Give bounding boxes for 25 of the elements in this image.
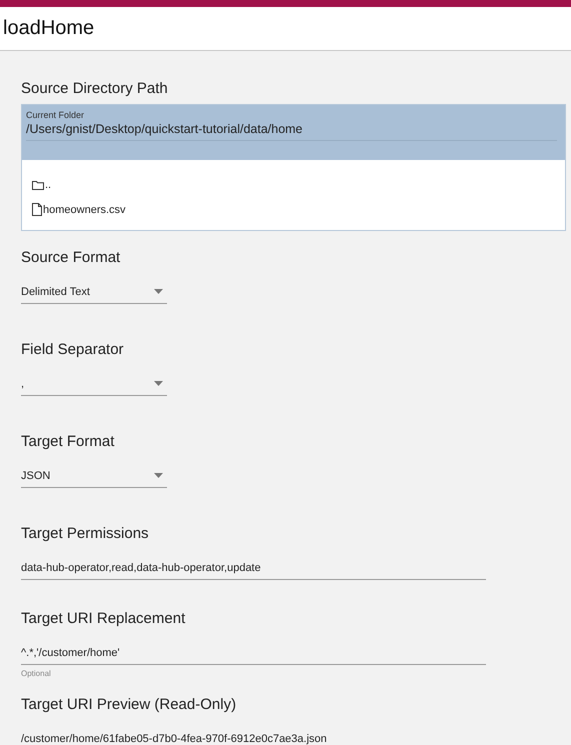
file-item[interactable]: homeowners.csv	[32, 197, 555, 222]
input-field[interactable]: /customer/home/61fabe05-d7b0-4fea-970f-6912e0c7ae3a.json	[21, 727, 486, 745]
caret-icon	[154, 289, 163, 294]
dropdown[interactable]: ,	[21, 372, 167, 396]
file-icon	[32, 203, 42, 216]
current-folder-field[interactable]: Current Folder /Users/gnist/Desktop/quickstart-tutorial/data/home	[22, 105, 565, 160]
input-field[interactable]: ^.*,'/customer/home'	[21, 641, 486, 665]
folder-icon	[32, 180, 44, 190]
section-heading: Source Format	[21, 248, 122, 268]
section-heading: Target URI Replacement	[21, 609, 186, 629]
field-label: Current Folder	[26, 109, 86, 121]
folder-item[interactable]: ..	[32, 172, 555, 197]
dropdown[interactable]: Delimited Text	[21, 280, 167, 304]
caret-icon	[154, 381, 163, 386]
caret-icon	[154, 473, 163, 478]
section-heading: Source Directory Path	[21, 79, 169, 99]
input-field[interactable]: data-hub-operator,read,data-hub-operator,update	[21, 556, 486, 580]
section-heading: Target URI Preview (Read-Only)	[21, 695, 238, 715]
page-title: loadHome	[3, 17, 94, 40]
dropdown[interactable]: JSON	[21, 464, 167, 488]
section-heading: Target Permissions	[21, 524, 150, 544]
section-heading: Target Format	[21, 432, 116, 452]
section-heading: Field Separator	[21, 340, 125, 360]
field-value: /Users/gnist/Desktop/quickstart-tutorial/data/home	[26, 121, 557, 141]
field-hint: Optional	[21, 669, 52, 678]
